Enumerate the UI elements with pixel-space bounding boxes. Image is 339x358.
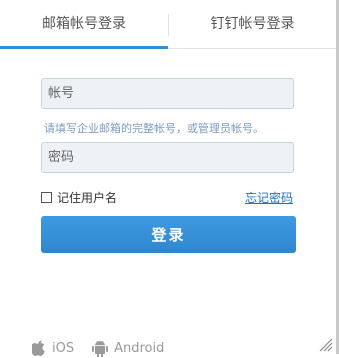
account-hint: 请填写企业邮箱的完整帐号，或管理员帐号。: [44, 122, 264, 135]
login-tabs: 邮箱帐号登录 钉钉帐号登录: [0, 0, 336, 49]
remember-checkbox[interactable]: [41, 191, 52, 203]
ios-label: iOS: [52, 340, 75, 356]
forgot-password-link[interactable]: 忘记密码: [245, 189, 293, 206]
login-button[interactable]: 登录: [41, 216, 296, 253]
account-input[interactable]: [42, 79, 293, 108]
remember-label: 记住用户名: [57, 190, 118, 205]
app-downloads: iOS Android: [32, 338, 182, 358]
resize-grip-icon[interactable]: [317, 336, 333, 352]
remember-username[interactable]: 记住用户名: [41, 189, 117, 205]
password-field: [41, 142, 294, 173]
tab-dingtalk-login[interactable]: 钉钉帐号登录: [169, 0, 336, 48]
android-label: Android: [114, 340, 165, 356]
tab-email-login[interactable]: 邮箱帐号登录: [0, 0, 168, 49]
account-field: [41, 78, 294, 109]
password-input[interactable]: [42, 143, 293, 172]
